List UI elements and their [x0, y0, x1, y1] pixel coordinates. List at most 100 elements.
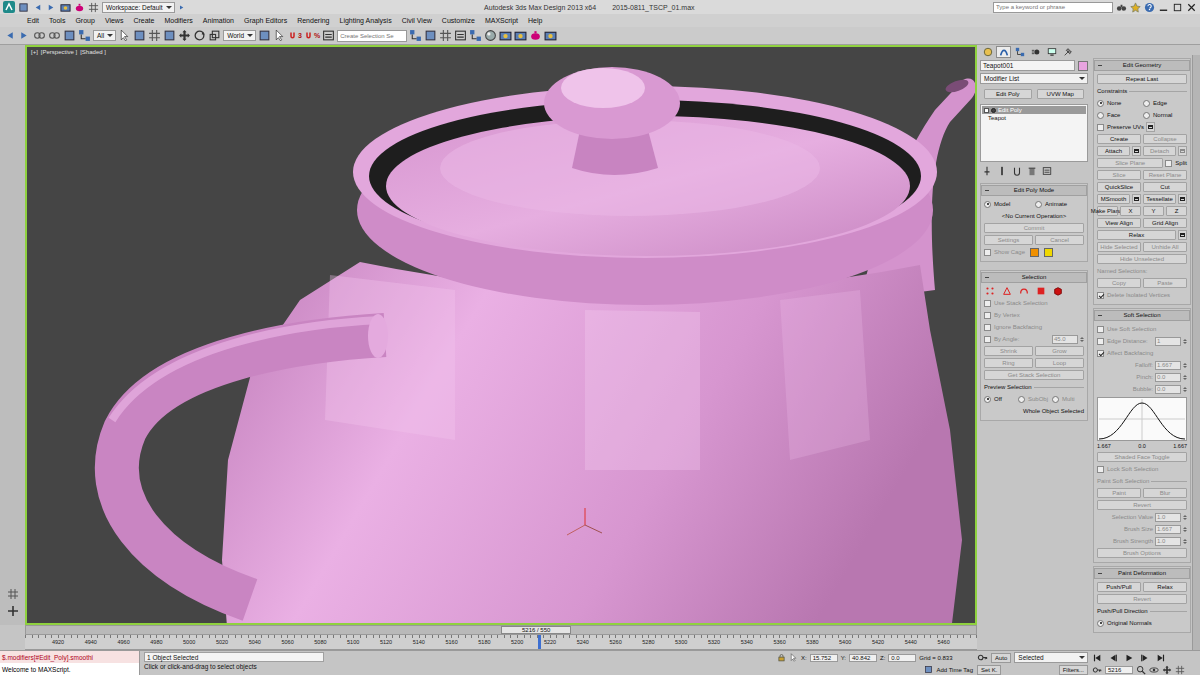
tool-arrowL-icon[interactable] — [3, 29, 16, 42]
coord-field[interactable]: 15.752 — [810, 654, 838, 662]
viewport-layout-icon[interactable] — [7, 588, 19, 600]
tool-render-6-icon[interactable] — [499, 29, 512, 42]
manipulate-icon[interactable] — [273, 29, 286, 42]
spinner-arrows[interactable] — [1080, 337, 1084, 342]
key-filter-dropdown[interactable]: Selected — [1014, 652, 1088, 663]
quick-access-arrowR-icon[interactable] — [46, 2, 57, 13]
checkbox[interactable] — [984, 312, 991, 319]
subobject-button[interactable] — [1018, 286, 1030, 297]
spinner-field[interactable]: 1.667 — [1155, 525, 1181, 534]
color-swatch[interactable] — [1030, 248, 1039, 257]
modifier-list-dropdown[interactable]: Modifier List — [980, 73, 1088, 84]
snap-toggle[interactable]: % — [304, 30, 320, 41]
checkbox-row[interactable]: Lock Soft Selection — [1097, 466, 1158, 473]
panel-button[interactable]: Relax — [1097, 230, 1176, 240]
menu-item[interactable]: Tools — [44, 17, 70, 24]
tool-cfg-3-icon[interactable] — [454, 29, 467, 42]
spinner[interactable]: Brush Strength1.0 — [1113, 537, 1187, 546]
checkbox-row[interactable]: Delete Isolated Vertices — [1097, 292, 1170, 299]
panel-button[interactable]: Get Stack Selection — [984, 370, 1084, 380]
panel-button[interactable]: Make Planar — [1097, 206, 1118, 216]
spinner-down[interactable] — [1183, 378, 1187, 380]
menu-item[interactable]: Rendering — [292, 17, 334, 24]
spinner-down[interactable] — [1080, 340, 1084, 342]
spinner-down[interactable] — [1183, 390, 1187, 392]
spinner-up[interactable] — [1183, 527, 1187, 529]
radio-row[interactable]: Off — [984, 396, 1016, 403]
menu-item[interactable]: MAXScript — [480, 17, 523, 24]
spinner-down[interactable] — [1183, 366, 1187, 368]
panel-button[interactable]: Grow — [1035, 346, 1084, 356]
time-tag-icon[interactable] — [924, 665, 933, 674]
spinner[interactable]: Bubble:0.0 — [1133, 385, 1187, 394]
panel-tab[interactable] — [1044, 46, 1059, 58]
panel-button[interactable]: Detach — [1143, 146, 1176, 156]
menu-item[interactable]: Group — [70, 17, 99, 24]
radio-button[interactable] — [1143, 112, 1150, 119]
menu-item[interactable]: Graph Editors — [239, 17, 292, 24]
tool-link-icon[interactable] — [33, 29, 46, 42]
spinner-up[interactable] — [1183, 363, 1187, 365]
modifier-button[interactable]: Edit Poly — [984, 89, 1032, 99]
panel-button[interactable]: Cut — [1143, 182, 1187, 192]
current-frame-field[interactable]: 5216 — [1105, 666, 1133, 674]
menu-item[interactable]: Create — [128, 17, 159, 24]
playback-next-icon[interactable] — [1140, 653, 1150, 663]
spinner-down[interactable] — [1183, 342, 1187, 344]
panel-button[interactable]: Copy — [1097, 278, 1141, 288]
key-mode-icon[interactable] — [1092, 665, 1102, 675]
radio-row[interactable]: Model — [984, 201, 1033, 208]
quick-access-grid-icon[interactable] — [88, 2, 99, 13]
checkbox-row[interactable]: Ignore Backfacing — [984, 324, 1042, 331]
panel-button[interactable]: Slice — [1097, 170, 1141, 180]
panel-tab[interactable] — [996, 46, 1011, 58]
panel-button[interactable]: Brush Options — [1097, 548, 1187, 558]
subobject-button[interactable] — [1035, 286, 1047, 297]
spinner-arrows[interactable] — [1183, 515, 1187, 520]
auto-key-button[interactable]: Auto — [991, 653, 1011, 663]
radio-button[interactable] — [1018, 396, 1025, 403]
panel-tab[interactable] — [1060, 46, 1075, 58]
color-swatch[interactable] — [1044, 248, 1053, 257]
settings-button[interactable] — [1178, 194, 1187, 204]
radio-button[interactable] — [1052, 396, 1059, 403]
checkbox-row[interactable]: By Angle: — [984, 336, 1019, 343]
stack-cfg-icon[interactable] — [1042, 166, 1052, 176]
checkbox-row[interactable]: Use Soft Selection — [1097, 326, 1156, 333]
panel-button[interactable]: Shaded Face Toggle — [1097, 452, 1187, 462]
checkbox-row[interactable]: Split — [1165, 160, 1187, 167]
radio-row[interactable]: SubObj — [1018, 396, 1050, 403]
radio-button[interactable] — [984, 396, 991, 403]
maximize-icon[interactable] — [1172, 2, 1183, 13]
viewport-label[interactable]: [Perspective ] — [41, 49, 77, 55]
modifier-stack[interactable]: Edit PolyTeapot — [980, 104, 1088, 162]
viewport-label[interactable]: [+] — [31, 49, 38, 55]
spinner-field[interactable]: 0.0 — [1155, 373, 1181, 382]
tool-rotate-icon[interactable] — [193, 29, 206, 42]
tool-box-1-icon[interactable] — [424, 29, 437, 42]
panel-button[interactable]: Cancel — [1035, 235, 1084, 245]
settings-button[interactable] — [1132, 146, 1141, 156]
checkbox[interactable] — [1097, 466, 1104, 473]
set-key-icon[interactable] — [977, 652, 988, 663]
checkbox[interactable] — [1097, 338, 1104, 345]
viewport-labels[interactable]: [+][Perspective ][Shaded ] — [31, 49, 106, 55]
checkbox[interactable] — [984, 324, 991, 331]
menu-item[interactable]: Views — [100, 17, 129, 24]
checkbox[interactable] — [1097, 292, 1104, 299]
nav-zoom-icon[interactable] — [1136, 665, 1146, 675]
set-key-button[interactable]: Set K. — [977, 665, 1001, 675]
spinner-up[interactable] — [1183, 539, 1187, 541]
spinner-up[interactable] — [1183, 387, 1187, 389]
pivot-icon[interactable] — [258, 29, 271, 42]
spinner-field[interactable]: 1.0 — [1155, 513, 1181, 522]
time-slider-thumb[interactable]: 5216 / 550 — [501, 626, 571, 634]
panel-button[interactable]: Revert — [1097, 594, 1187, 604]
spinner-arrows[interactable] — [1183, 375, 1187, 380]
maxscript-line[interactable]: Welcome to MAXScript. — [0, 663, 139, 675]
panel-button[interactable]: Paint — [1097, 488, 1141, 498]
app-logo[interactable] — [3, 1, 15, 13]
spinner-field[interactable]: 1 — [1155, 337, 1181, 346]
spinner-up[interactable] — [1183, 515, 1187, 517]
radio-row[interactable]: None — [1097, 100, 1141, 107]
